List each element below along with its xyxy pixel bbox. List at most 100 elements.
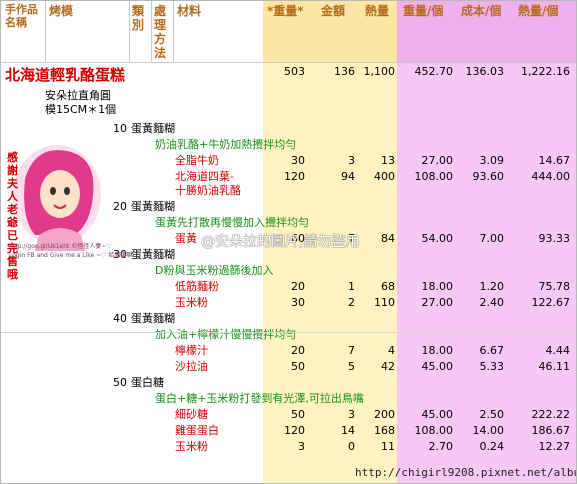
material-heat-per: 4.44 [545, 344, 571, 357]
header-material: 材料 [177, 4, 202, 18]
material-weight-per: 2.70 [428, 440, 454, 453]
material-name: 玉米粉 [175, 440, 208, 453]
material-amount: 14 [341, 424, 355, 437]
album-url: http://chigirl9208.pixnet.net/album [355, 466, 577, 479]
material-weight: 120 [284, 424, 305, 437]
material-name: 北海道四葉- [175, 170, 234, 183]
material-name: 蛋黃 [175, 232, 197, 245]
watermark-text: @安朵拉的圖片,請勿盜用 [201, 234, 360, 250]
product-cost-per: 136.03 [465, 65, 505, 78]
material-heat: 42 [381, 360, 395, 373]
material-weight: 30 [291, 296, 305, 309]
step-label: 蛋黃麵糊 [131, 200, 175, 213]
material-name: 玉米粉 [175, 296, 208, 309]
material-heat-per: 186.67 [531, 424, 571, 437]
material-amount: 3 [348, 408, 355, 421]
header-method: 處理方法 [154, 4, 167, 60]
instruction-text: D粉與玉米粉過篩後加入 [155, 264, 274, 277]
material-name: 全脂牛奶 [175, 154, 219, 167]
material-cost-per: 2.40 [479, 296, 505, 309]
material-cost-per: 6.67 [479, 344, 505, 357]
header-divider [151, 1, 152, 62]
material-heat-per: 122.67 [531, 296, 571, 309]
material-weight: 20 [291, 344, 305, 357]
material-heat: 11 [381, 440, 395, 453]
sticker-caption-1: http://goo.gl/Uk1eht ©怪怪人妻~♡ [9, 243, 112, 250]
material-heat: 84 [381, 232, 395, 245]
material-amount: 1 [348, 280, 355, 293]
material-cost-per: 0.24 [479, 440, 505, 453]
material-cost-per: 93.60 [472, 170, 505, 183]
material-cost-per: 7.00 [479, 232, 505, 245]
material-weight-per: 18.00 [421, 344, 454, 357]
step-label: 蛋黃麵糊 [131, 312, 175, 325]
material-weight-per: 108.00 [414, 424, 454, 437]
material-weight-per: 54.00 [421, 232, 454, 245]
material-weight-per: 45.00 [421, 360, 454, 373]
product-weight-per: 452.70 [414, 65, 454, 78]
material-weight: 30 [291, 154, 305, 167]
material-cost-per: 2.50 [479, 408, 505, 421]
material-heat: 110 [374, 296, 395, 309]
material-name: 雞蛋蛋白 [175, 424, 219, 437]
section-divider [1, 332, 576, 333]
material-weight: 20 [291, 280, 305, 293]
sticker-text: 感謝夫人老爺 已完售哦 [7, 151, 18, 281]
material-amount: 3 [348, 154, 355, 167]
material-heat: 168 [374, 424, 395, 437]
material-heat: 4 [388, 344, 395, 357]
product-mold-size: 模15CM＊1個 [45, 103, 117, 116]
product-mold-by: 安朵拉直角圓 [45, 89, 111, 102]
material-name: 檸檬汁 [175, 344, 208, 357]
header-bottom-border [1, 62, 576, 63]
sticker-caption-2: Login FB and Give me a Like ~♡ 給個讚嘛 [9, 252, 133, 259]
product-heat-per: 1,222.16 [521, 65, 570, 78]
header-divider [45, 1, 46, 62]
material-heat: 400 [374, 170, 395, 183]
material-weight: 120 [284, 170, 305, 183]
header-step: 烤模 [49, 4, 74, 18]
header-heat: 熱量 [365, 4, 390, 18]
material-cost-per: 5.33 [479, 360, 505, 373]
material-name: 低筋麵粉 [175, 280, 219, 293]
recipe-cost-table: 手作品名稱 烤模 類別 處理方法 材料 *重量* 金額 熱量 重量/個 成本/個… [0, 0, 577, 484]
step-label: 蛋黃麵糊 [131, 122, 175, 135]
step-label: 蛋黃麵糊 [131, 248, 175, 261]
material-name: 沙拉油 [175, 360, 208, 373]
step-number: 10 [113, 122, 127, 135]
instruction-text: 蛋白+糖+玉米粉打發到有光澤,可拉出鳥嘴 [155, 392, 364, 405]
header-divider [173, 1, 174, 62]
material-amount: 7 [348, 344, 355, 357]
step-label: 蛋白糖 [131, 376, 164, 389]
material-cost-per: 14.00 [472, 424, 505, 437]
material-heat-per: 93.33 [538, 232, 571, 245]
material-cost-per: 1.20 [479, 280, 505, 293]
product-name: 北海道輕乳酪蛋糕 [5, 66, 126, 84]
material-heat-per: 12.27 [538, 440, 571, 453]
header-amount: 金額 [321, 4, 346, 18]
header-weight-per: 重量/個 [403, 4, 444, 18]
material-heat: 200 [374, 408, 395, 421]
material-weight: 3 [298, 440, 305, 453]
product-amount: 136 [334, 65, 355, 78]
header-category: 類別 [132, 4, 145, 32]
product-heat: 1,100 [363, 65, 396, 78]
step-number: 40 [113, 312, 127, 325]
material-cost-per: 3.09 [479, 154, 505, 167]
material-weight-per: 27.00 [421, 154, 454, 167]
material-name: 細砂糖 [175, 408, 208, 421]
instruction-text: 蛋黃先打散再慢慢加入攪拌均勻 [155, 216, 309, 229]
material-heat: 13 [381, 154, 395, 167]
product-weight: 503 [284, 65, 305, 78]
header-divider [129, 1, 130, 62]
material-heat-per: 444.00 [531, 170, 571, 183]
header-name: 手作品名稱 [5, 3, 38, 29]
instruction-text: 奶油乳酪+牛奶加熱攪拌均勻 [155, 138, 297, 151]
material-amount: 5 [348, 360, 355, 373]
material-weight-per: 18.00 [421, 280, 454, 293]
material-heat: 68 [381, 280, 395, 293]
material-weight-per: 45.00 [421, 408, 454, 421]
header-weight: *重量* [267, 4, 304, 18]
material-heat-per: 46.11 [538, 360, 571, 373]
material-name: 十勝奶油乳酪 [175, 184, 241, 197]
